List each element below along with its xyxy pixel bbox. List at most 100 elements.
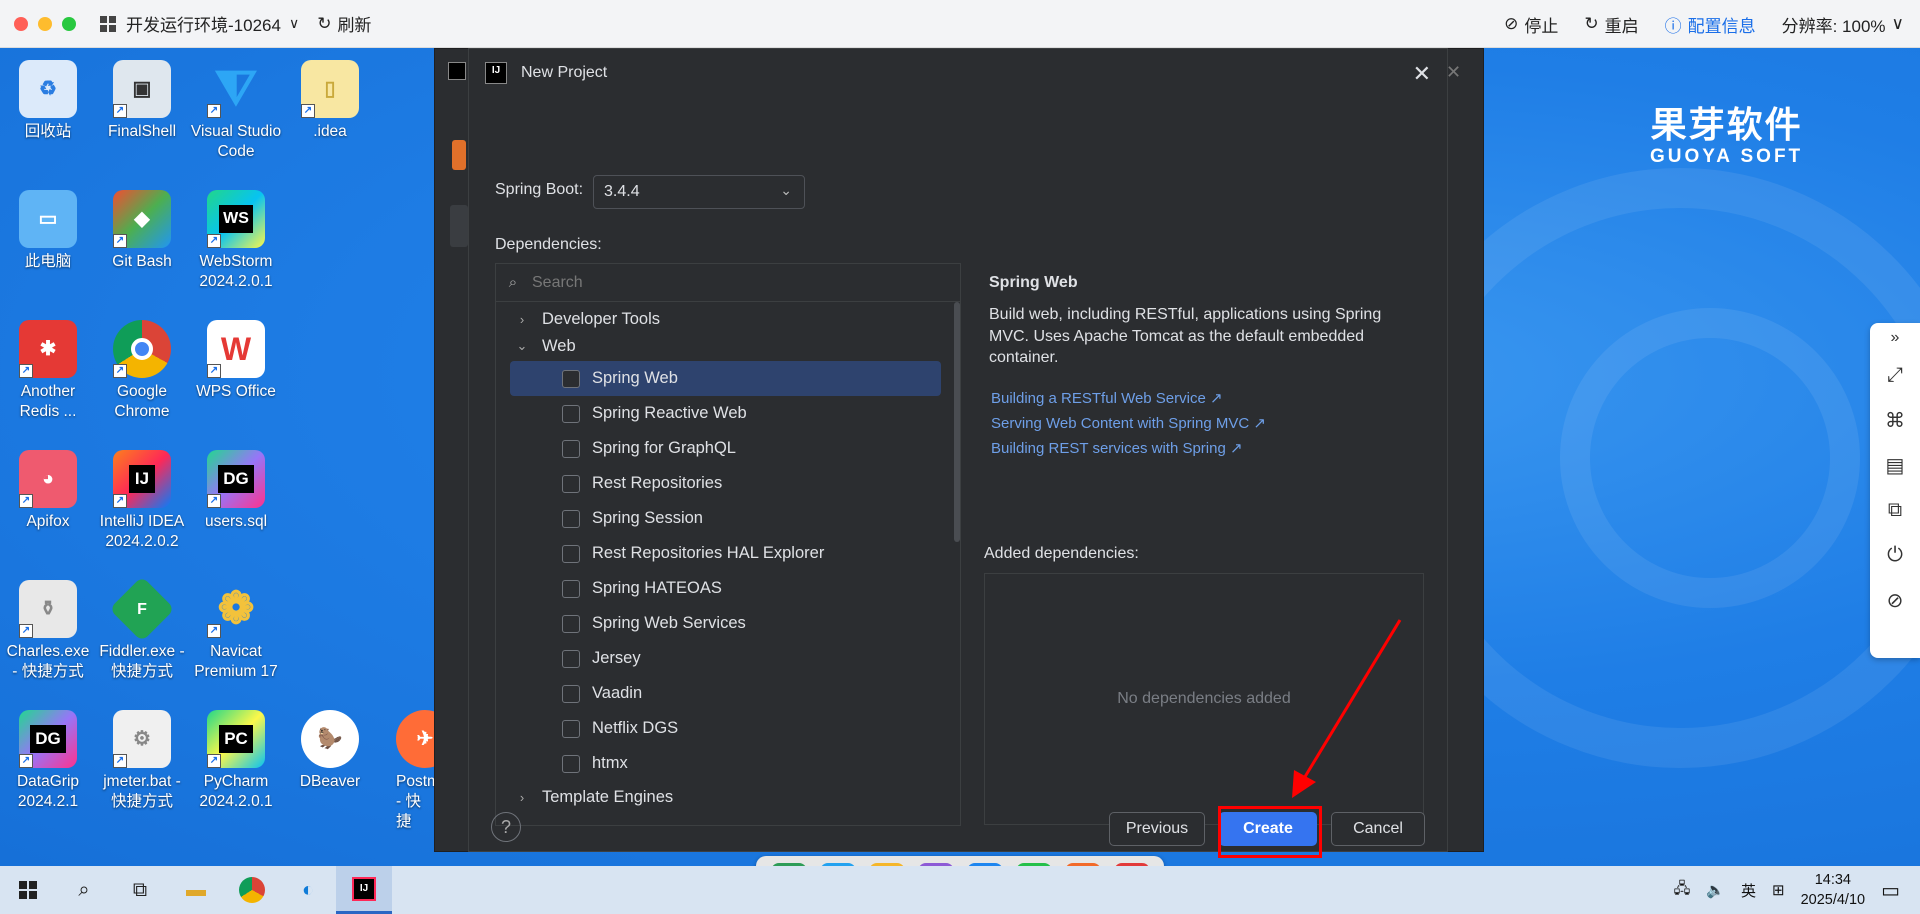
refresh-button[interactable]: ↻ 刷新 xyxy=(317,11,371,36)
environment-title[interactable]: 开发运行环境-10264 xyxy=(126,11,281,36)
desktop-icon-apifox[interactable]: ◕ ↗ Apifox xyxy=(2,450,94,532)
tree-node-web[interactable]: ⌄ Web xyxy=(496,329,576,363)
resolution-select[interactable]: 分辨率: 100% ∨ xyxy=(1782,12,1904,37)
desktop-icon-recycle-bin[interactable]: ♻ 回收站 xyxy=(2,60,94,142)
power-icon[interactable]: ⏻ xyxy=(1870,533,1920,578)
keyboard-shortcut-icon[interactable]: ⌘ xyxy=(1870,398,1920,443)
tree-node-template-engines[interactable]: › Template Engines xyxy=(496,780,673,814)
checkbox[interactable] xyxy=(562,509,580,528)
network-icon[interactable]: 🖧 xyxy=(1674,878,1691,903)
taskbar-intellij-icon[interactable]: IJ xyxy=(336,866,392,914)
guide-link[interactable]: Building REST services with Spring ↗ xyxy=(991,439,1243,457)
dep-item-label: Rest Repositories HAL Explorer xyxy=(592,544,825,562)
checkbox[interactable] xyxy=(562,544,580,563)
clock[interactable]: 14:34 2025/4/10 xyxy=(1801,870,1866,910)
desktop-icon-wps[interactable]: W ↗ WPS Office xyxy=(190,320,282,402)
desktop-icon-vscode[interactable]: ⧨ ↗ Visual Studio Code xyxy=(190,60,282,162)
volume-icon[interactable]: 🔈 xyxy=(1706,881,1725,899)
dep-item[interactable]: Jersey xyxy=(510,641,941,676)
desktop-icon-dbeaver[interactable]: 🦫 DBeaver xyxy=(284,710,376,792)
input-language[interactable]: 英 xyxy=(1741,880,1756,901)
desktop-icon-fiddler[interactable]: F Fiddler.exe - 快捷方式 xyxy=(96,576,188,682)
checkbox[interactable] xyxy=(562,614,580,633)
checkbox[interactable] xyxy=(562,684,580,703)
dependencies-label: Dependencies: xyxy=(495,236,602,253)
dep-item-label: Rest Repositories xyxy=(592,474,723,492)
desktop-icon-intellij[interactable]: IJ ↗ IntelliJ IDEA 2024.2.0.2 xyxy=(96,450,188,552)
dep-item-label: Spring Session xyxy=(592,509,703,527)
stop-button[interactable]: ⊘ 停止 xyxy=(1504,12,1558,37)
restart-button[interactable]: ↻ 重启 xyxy=(1584,12,1638,37)
desktop-icon-users-sql[interactable]: DG ↗ users.sql xyxy=(190,450,282,532)
file-explorer-icon[interactable]: ▬ xyxy=(168,866,224,914)
no-dependencies-text: No dependencies added xyxy=(1117,690,1291,707)
desktop-icon-google-chrome[interactable]: ↗ Google Chrome xyxy=(96,320,188,422)
desktop-icon-webstorm[interactable]: WS ↗ WebStorm 2024.2.0.1 xyxy=(190,190,282,292)
tree-scrollbar[interactable] xyxy=(954,302,960,542)
dep-item[interactable]: Spring Session xyxy=(510,501,941,536)
chevron-down-icon[interactable]: ∨ xyxy=(289,15,299,32)
close-icon[interactable]: ✕ xyxy=(1413,61,1431,87)
spring-boot-version-select[interactable]: 3.4.4 ⌄ xyxy=(593,175,805,209)
input-mode-icon[interactable]: ⊞ xyxy=(1772,881,1785,899)
checkbox[interactable] xyxy=(562,474,580,493)
dep-item[interactable]: Netflix DGS xyxy=(510,711,941,746)
guide-link[interactable]: Building a RESTful Web Service ↗ xyxy=(991,389,1223,407)
checkbox[interactable] xyxy=(562,754,580,773)
dep-item[interactable]: Rest Repositories xyxy=(510,466,941,501)
desktop-icon-postman[interactable]: ✈ Postm - 快捷 xyxy=(378,710,434,832)
fullscreen-icon[interactable]: ⤢ xyxy=(1870,353,1920,398)
taskbar-chrome-icon[interactable] xyxy=(224,866,280,914)
chevron-right-icon: › xyxy=(519,789,525,805)
config-label: 配置信息 xyxy=(1687,16,1756,36)
previous-button[interactable]: Previous xyxy=(1109,812,1205,846)
dep-item[interactable]: Spring HATEOAS xyxy=(510,571,941,606)
notification-icon[interactable]: ▭ xyxy=(1881,878,1900,903)
desktop-icon-datagrip[interactable]: DG ↗ DataGrip 2024.2.1 xyxy=(2,710,94,812)
desktop-icon-idea-folder[interactable]: ▯ ↗ .idea xyxy=(284,60,376,142)
background-close-icon[interactable]: ✕ xyxy=(1446,62,1461,83)
desktop-icon-another-redis[interactable]: ✱ ↗ Another Redis ... xyxy=(2,320,94,422)
checkbox[interactable] xyxy=(562,579,580,598)
cancel-button[interactable]: Cancel xyxy=(1331,812,1425,846)
start-button[interactable] xyxy=(0,866,56,914)
dep-item-spring-web[interactable]: Spring Web xyxy=(510,361,941,396)
desktop-icon-navicat[interactable]: ❁ ↗ Navicat Premium 17 xyxy=(190,580,282,682)
checkbox[interactable] xyxy=(562,649,580,668)
checkbox[interactable] xyxy=(562,719,580,738)
copy-window-icon[interactable]: ⧉ xyxy=(1870,488,1920,533)
search-icon[interactable]: ⌕ xyxy=(56,866,112,914)
dep-item-label: Netflix DGS xyxy=(592,719,679,737)
checkbox[interactable] xyxy=(562,369,580,388)
desktop-icon-finalshell[interactable]: ▣ ↗ FinalShell xyxy=(96,60,188,142)
desktop-icon-charles[interactable]: ⚱ ↗ Charles.exe - 快捷方式 xyxy=(2,580,94,682)
config-button[interactable]: ⓘ 配置信息 xyxy=(1665,12,1756,37)
dep-item[interactable]: Spring for GraphQL xyxy=(510,431,941,466)
desktop-icon-label: Apifox xyxy=(26,513,70,530)
dep-item[interactable]: Rest Repositories HAL Explorer xyxy=(510,536,941,571)
layout-icon[interactable]: ▤ xyxy=(1870,443,1920,488)
dependency-search[interactable]: ⌕ Search xyxy=(496,264,960,302)
maximize-window-button[interactable] xyxy=(62,16,76,31)
desktop-icon-pycharm[interactable]: PC ↗ PyCharm 2024.2.0.1 xyxy=(190,710,282,812)
dep-item[interactable]: Spring Reactive Web xyxy=(510,396,941,431)
close-window-button[interactable] xyxy=(14,16,28,31)
help-button[interactable]: ? xyxy=(491,812,521,842)
collapse-icon[interactable]: » xyxy=(1870,323,1920,353)
desktop-icon-git-bash[interactable]: ◆ ↗ Git Bash xyxy=(96,190,188,272)
hide-icon[interactable]: ⊘ xyxy=(1870,578,1920,623)
desktop-icon-this-pc[interactable]: ▭ 此电脑 xyxy=(2,190,94,272)
dep-item[interactable]: Spring Web Services xyxy=(510,606,941,641)
dep-item[interactable]: Vaadin xyxy=(510,676,941,711)
dep-item[interactable]: htmx xyxy=(510,746,941,781)
minimize-window-button[interactable] xyxy=(38,16,52,31)
desktop-icon-label: WPS Office xyxy=(196,383,276,400)
task-view-icon[interactable]: ⧉ xyxy=(112,866,168,914)
guide-link[interactable]: Serving Web Content with Spring MVC ↗ xyxy=(991,414,1266,432)
checkbox[interactable] xyxy=(562,404,580,423)
taskbar-edge-icon[interactable]: ◐ xyxy=(280,866,336,914)
chevron-down-icon: ⌄ xyxy=(516,338,528,353)
desktop-icon-jmeter[interactable]: ⚙ ↗ jmeter.bat - 快捷方式 xyxy=(96,710,188,812)
chevron-down-icon: ∨ xyxy=(1891,14,1904,33)
checkbox[interactable] xyxy=(562,439,580,458)
